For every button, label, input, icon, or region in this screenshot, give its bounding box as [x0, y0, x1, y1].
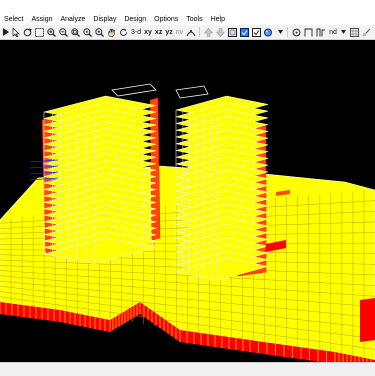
view-yz-button[interactable]: yz — [164, 27, 173, 38]
pointer-icon[interactable] — [11, 27, 21, 38]
building-3d-model — [0, 83, 375, 362]
view-3d-button[interactable]: 3-d — [130, 27, 142, 38]
menu-options[interactable]: Options — [154, 16, 178, 23]
menu-tools[interactable]: Tools — [186, 16, 202, 23]
zoom-fit-icon[interactable] — [94, 27, 105, 38]
roof-frame-right — [175, 85, 209, 99]
pan-hand-icon[interactable] — [106, 27, 117, 38]
joint-icon[interactable] — [291, 27, 302, 38]
menu-display[interactable]: Display — [93, 16, 116, 23]
view-xz-button[interactable]: xz — [154, 27, 163, 38]
rubber-band-icon[interactable] — [185, 27, 197, 38]
menu-analyze[interactable]: Analyze — [60, 16, 85, 23]
zoom-previous-icon[interactable] — [82, 27, 93, 38]
rotate-icon[interactable] — [22, 27, 33, 38]
roof-frame-left — [111, 83, 157, 97]
grid-icon[interactable] — [349, 27, 360, 38]
toolbar-separator — [287, 27, 289, 37]
menu-help[interactable]: Help — [211, 16, 225, 23]
status-bar — [0, 362, 375, 376]
menu-select[interactable]: Select — [4, 16, 23, 23]
view-xy-button[interactable]: xy — [143, 27, 153, 38]
dropdown-arrow-icon[interactable] — [339, 27, 348, 38]
set-display-icon[interactable] — [239, 27, 250, 38]
menu-bar: Select Assign Analyze Display Design Opt… — [0, 12, 375, 26]
model-viewport[interactable] — [0, 40, 375, 362]
nd-dropdown[interactable]: nd — [328, 27, 338, 38]
dropdown-arrow-icon[interactable] — [276, 27, 285, 38]
toolbar-separator — [199, 27, 201, 37]
podium-side-edge — [360, 298, 375, 342]
tower-right — [175, 95, 269, 281]
rectangle-select-icon[interactable] — [227, 27, 238, 38]
move-down-icon[interactable] — [215, 27, 226, 38]
frame-icon[interactable] — [303, 27, 314, 38]
zoom-window-icon[interactable] — [70, 27, 81, 38]
menu-assign[interactable]: Assign — [31, 16, 52, 23]
color-picker-icon[interactable] — [263, 27, 275, 38]
zoom-in-icon[interactable] — [46, 27, 57, 38]
cable-icon[interactable] — [315, 27, 327, 38]
checkbox-icon[interactable] — [251, 27, 262, 38]
section-cut-icon[interactable] — [361, 27, 372, 38]
tower-left — [43, 95, 157, 264]
refresh-icon[interactable] — [118, 27, 129, 38]
select-window-icon[interactable] — [34, 27, 45, 38]
zoom-out-icon[interactable] — [58, 27, 69, 38]
toolbar: 3-d xy xz yz nv nd — [0, 25, 375, 40]
move-up-icon[interactable] — [203, 27, 214, 38]
menu-design[interactable]: Design — [124, 16, 146, 23]
run-icon[interactable] — [1, 27, 10, 38]
view-nv-button[interactable]: nv — [175, 27, 184, 38]
